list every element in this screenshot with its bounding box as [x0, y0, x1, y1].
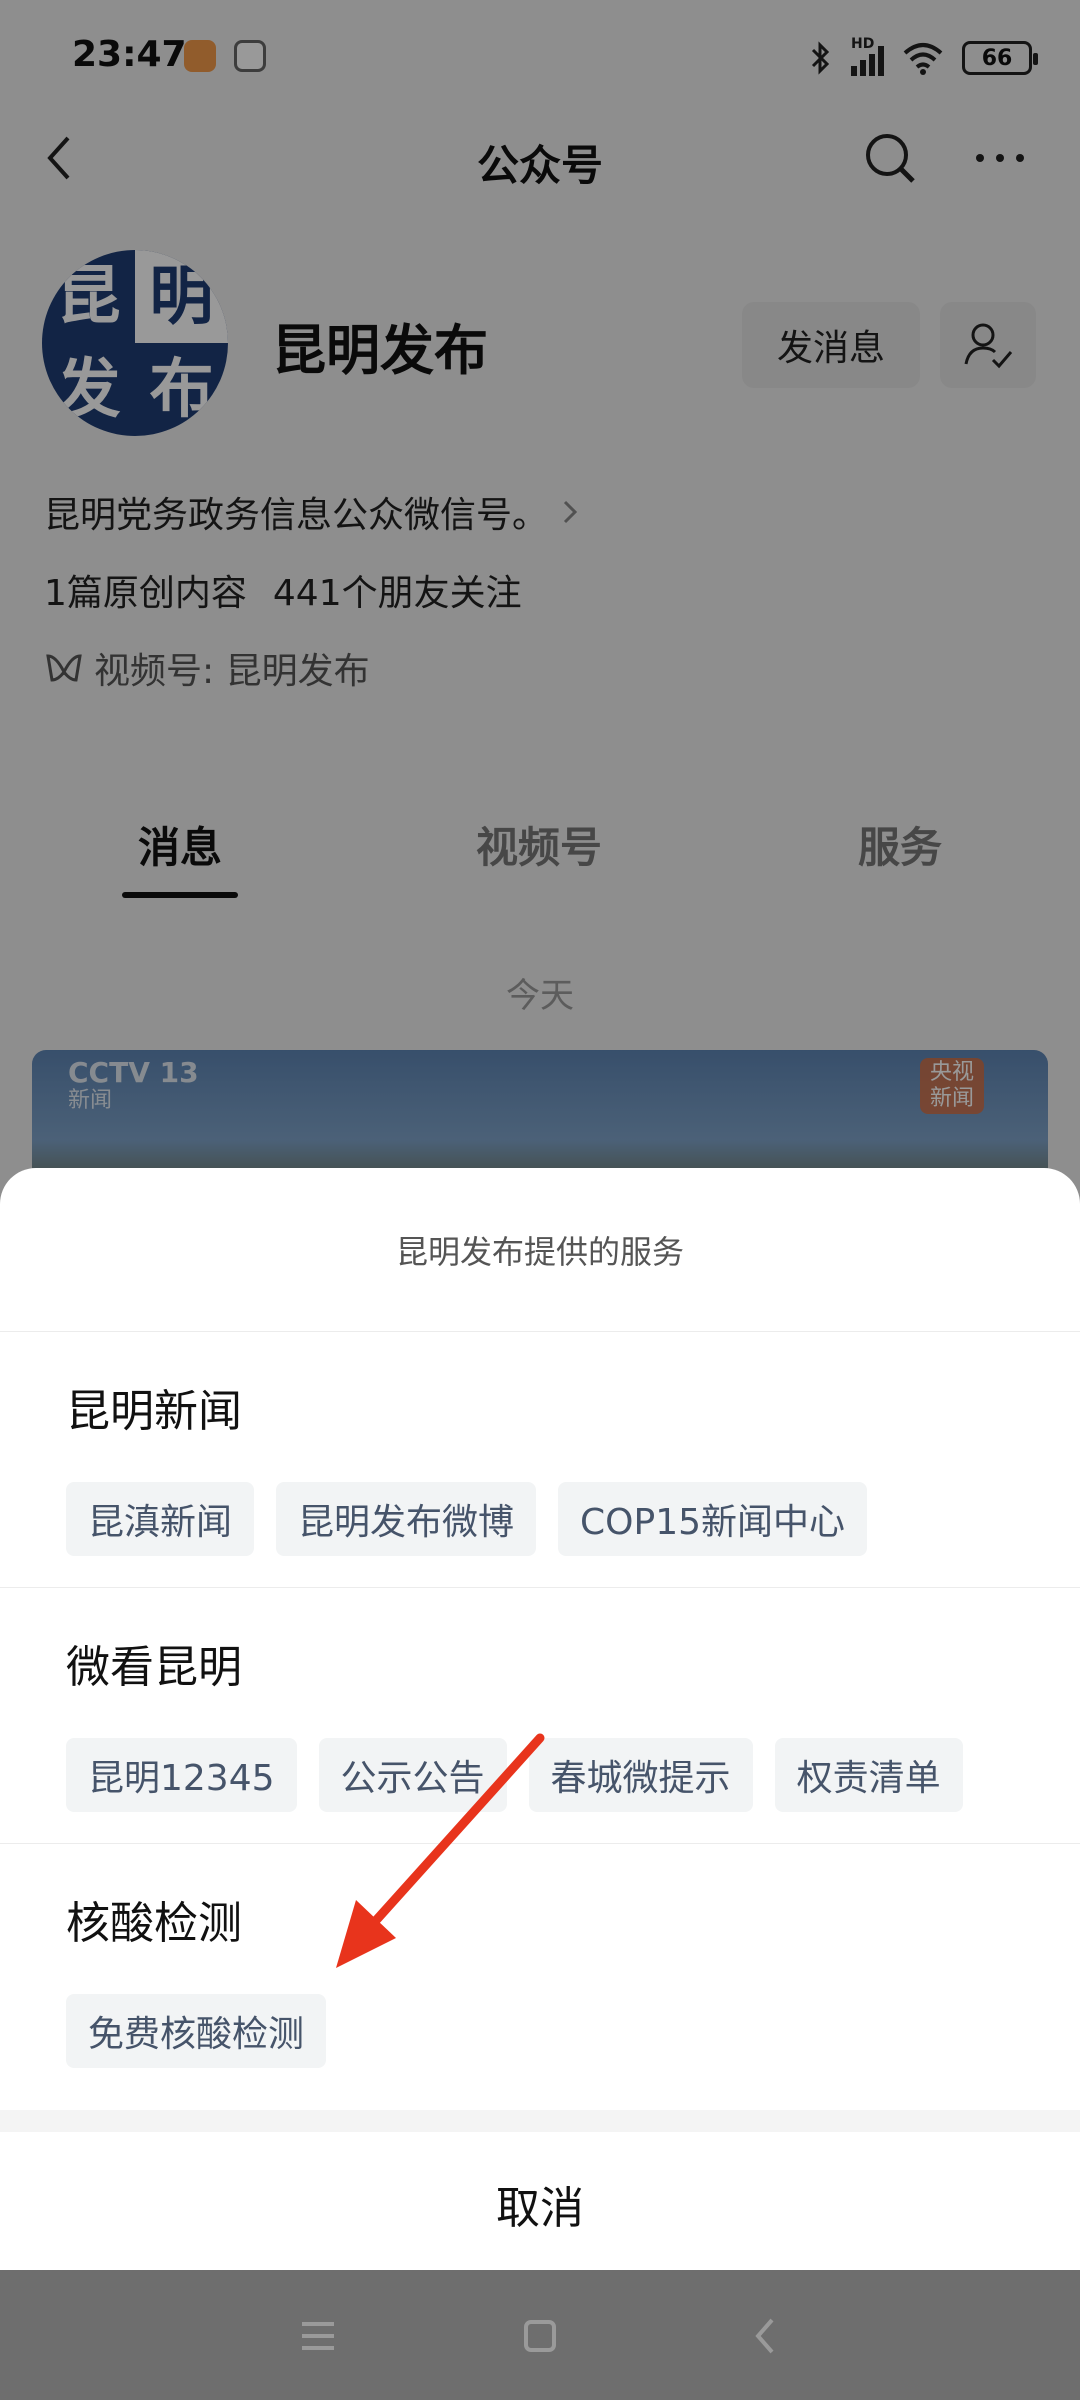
chip-row: 昆明12345 公示公告 春城微提示 权责清单	[66, 1738, 1080, 1812]
service-group: 核酸检测 免费核酸检测	[0, 1844, 1080, 2110]
home-icon[interactable]	[510, 2306, 570, 2366]
service-chip[interactable]: 公示公告	[318, 1738, 507, 1812]
group-title: 昆明新闻	[66, 1386, 242, 1437]
menu-icon[interactable]	[288, 2306, 348, 2366]
service-chip[interactable]: COP15新闻中心	[558, 1482, 868, 1556]
sheet-divider	[0, 2110, 1080, 2132]
service-group: 昆明新闻 昆滇新闻 昆明发布微博 COP15新闻中心	[0, 1332, 1080, 1588]
sheet-title: 昆明发布提供的服务	[0, 1168, 1080, 1332]
service-chip[interactable]: 昆滇新闻	[66, 1482, 255, 1556]
service-chip[interactable]: 权责清单	[774, 1738, 963, 1812]
service-chip[interactable]: 昆明12345	[66, 1738, 297, 1812]
free-test-chip[interactable]: 免费核酸检测	[66, 1994, 327, 2068]
group-title: 微看昆明	[66, 1642, 242, 1693]
chip-row: 昆滇新闻 昆明发布微博 COP15新闻中心	[66, 1482, 1080, 1556]
services-sheet: 昆明发布提供的服务 昆明新闻 昆滇新闻 昆明发布微博 COP15新闻中心 微看昆…	[0, 1168, 1080, 2270]
service-chip[interactable]: 昆明发布微博	[276, 1482, 537, 1556]
group-title: 核酸检测	[66, 1898, 242, 1949]
chip-row: 免费核酸检测	[66, 1994, 1080, 2068]
cancel-button[interactable]: 取消	[0, 2132, 1080, 2270]
service-chip[interactable]: 春城微提示	[528, 1738, 753, 1812]
back-icon[interactable]	[736, 2306, 796, 2366]
service-group: 微看昆明 昆明12345 公示公告 春城微提示 权责清单	[0, 1588, 1080, 1844]
system-navigation-bar	[0, 2270, 1080, 2400]
